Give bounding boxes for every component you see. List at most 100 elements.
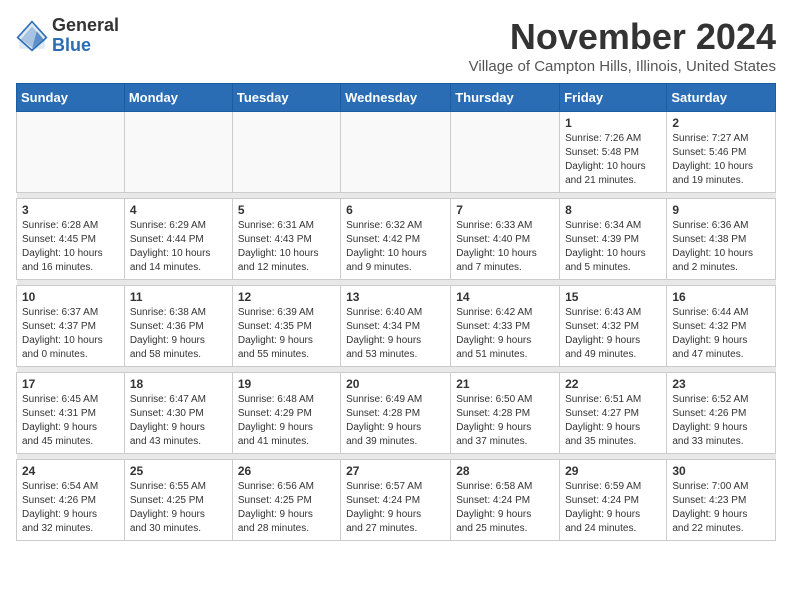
calendar-cell: 16 Sunrise: 6:44 AM Sunset: 4:32 PM Dayli… bbox=[667, 286, 776, 367]
day-number: 22 bbox=[565, 377, 661, 391]
calendar-cell: 9Sunrise: 6:36 AM Sunset: 4:38 PM Daylig… bbox=[667, 199, 776, 280]
day-number: 27 bbox=[346, 464, 445, 478]
day-number: 16 bbox=[672, 290, 770, 304]
weekday-header-thursday: Thursday bbox=[451, 84, 560, 112]
day-number: 14 bbox=[456, 290, 554, 304]
day-info: Sunrise: 6:50 AM Sunset: 4:28 PM Dayligh… bbox=[456, 393, 554, 449]
day-number: 1 bbox=[565, 116, 661, 130]
day-info: Sunrise: 6:31 AM Sunset: 4:43 PM Dayligh… bbox=[238, 219, 335, 275]
calendar-week-4: 17Sunrise: 6:45 AM Sunset: 4:31 PM Dayli… bbox=[17, 373, 776, 454]
calendar-cell: 28 Sunrise: 6:58 AM Sunset: 4:24 PM Dayli… bbox=[451, 460, 560, 541]
weekday-header-tuesday: Tuesday bbox=[232, 84, 340, 112]
calendar-cell bbox=[341, 112, 451, 193]
day-number: 23 bbox=[672, 377, 770, 391]
title-block: November 2024 Village of Campton Hills, … bbox=[469, 16, 776, 75]
calendar-cell: 24 Sunrise: 6:54 AM Sunset: 4:26 PM Dayli… bbox=[17, 460, 125, 541]
calendar-cell: 4 Sunrise: 6:29 AM Sunset: 4:44 PM Daylig… bbox=[124, 199, 232, 280]
day-info: Sunrise: 6:28 AM Sunset: 4:45 PM Dayligh… bbox=[22, 219, 119, 275]
calendar-cell: 12 Sunrise: 6:39 AM Sunset: 4:35 PM Dayli… bbox=[232, 286, 340, 367]
day-info: Sunrise: 6:39 AM Sunset: 4:35 PM Dayligh… bbox=[238, 306, 335, 362]
day-number: 15 bbox=[565, 290, 661, 304]
day-number: 3 bbox=[22, 203, 119, 217]
day-info: Sunrise: 6:43 AM Sunset: 4:32 PM Dayligh… bbox=[565, 306, 661, 362]
calendar-cell: 2 Sunrise: 7:27 AM Sunset: 5:46 PM Daylig… bbox=[667, 112, 776, 193]
day-info: Sunrise: 6:38 AM Sunset: 4:36 PM Dayligh… bbox=[130, 306, 227, 362]
calendar-cell: 19 Sunrise: 6:48 AM Sunset: 4:29 PM Dayli… bbox=[232, 373, 340, 454]
day-info: Sunrise: 6:44 AM Sunset: 4:32 PM Dayligh… bbox=[672, 306, 770, 362]
weekday-header-friday: Friday bbox=[560, 84, 667, 112]
day-info: Sunrise: 6:45 AM Sunset: 4:31 PM Dayligh… bbox=[22, 393, 119, 449]
day-number: 4 bbox=[130, 203, 227, 217]
logo-icon bbox=[16, 20, 48, 52]
day-number: 9 bbox=[672, 203, 770, 217]
calendar-cell: 23 Sunrise: 6:52 AM Sunset: 4:26 PM Dayli… bbox=[667, 373, 776, 454]
calendar-cell: 3 Sunrise: 6:28 AM Sunset: 4:45 PM Daylig… bbox=[17, 199, 125, 280]
calendar-cell: 1Sunrise: 7:26 AM Sunset: 5:48 PM Daylig… bbox=[560, 112, 667, 193]
day-number: 19 bbox=[238, 377, 335, 391]
day-number: 18 bbox=[130, 377, 227, 391]
page-header: General Blue November 2024 Village of Ca… bbox=[16, 16, 776, 75]
calendar-cell: 5Sunrise: 6:31 AM Sunset: 4:43 PM Daylig… bbox=[232, 199, 340, 280]
weekday-header-sunday: Sunday bbox=[17, 84, 125, 112]
day-number: 21 bbox=[456, 377, 554, 391]
day-info: Sunrise: 7:00 AM Sunset: 4:23 PM Dayligh… bbox=[672, 480, 770, 536]
day-number: 24 bbox=[22, 464, 119, 478]
day-info: Sunrise: 7:27 AM Sunset: 5:46 PM Dayligh… bbox=[672, 132, 770, 188]
calendar-cell: 11Sunrise: 6:38 AM Sunset: 4:36 PM Dayli… bbox=[124, 286, 232, 367]
day-number: 30 bbox=[672, 464, 770, 478]
day-number: 20 bbox=[346, 377, 445, 391]
logo-text: General Blue bbox=[52, 16, 119, 56]
weekday-header-monday: Monday bbox=[124, 84, 232, 112]
calendar-cell: 15 Sunrise: 6:43 AM Sunset: 4:32 PM Dayli… bbox=[560, 286, 667, 367]
day-number: 25 bbox=[130, 464, 227, 478]
day-number: 12 bbox=[238, 290, 335, 304]
calendar-cell bbox=[232, 112, 340, 193]
day-info: Sunrise: 6:48 AM Sunset: 4:29 PM Dayligh… bbox=[238, 393, 335, 449]
day-number: 2 bbox=[672, 116, 770, 130]
calendar-week-1: 1Sunrise: 7:26 AM Sunset: 5:48 PM Daylig… bbox=[17, 112, 776, 193]
day-info: Sunrise: 6:52 AM Sunset: 4:26 PM Dayligh… bbox=[672, 393, 770, 449]
day-info: Sunrise: 6:34 AM Sunset: 4:39 PM Dayligh… bbox=[565, 219, 661, 275]
calendar-cell: 17Sunrise: 6:45 AM Sunset: 4:31 PM Dayli… bbox=[17, 373, 125, 454]
weekday-header-wednesday: Wednesday bbox=[341, 84, 451, 112]
calendar-cell: 29 Sunrise: 6:59 AM Sunset: 4:24 PM Dayli… bbox=[560, 460, 667, 541]
day-info: Sunrise: 6:29 AM Sunset: 4:44 PM Dayligh… bbox=[130, 219, 227, 275]
month-title: November 2024 bbox=[469, 16, 776, 58]
day-info: Sunrise: 6:47 AM Sunset: 4:30 PM Dayligh… bbox=[130, 393, 227, 449]
day-info: Sunrise: 6:57 AM Sunset: 4:24 PM Dayligh… bbox=[346, 480, 445, 536]
day-number: 7 bbox=[456, 203, 554, 217]
calendar-cell: 8 Sunrise: 6:34 AM Sunset: 4:39 PM Daylig… bbox=[560, 199, 667, 280]
day-number: 8 bbox=[565, 203, 661, 217]
day-number: 28 bbox=[456, 464, 554, 478]
logo: General Blue bbox=[16, 16, 119, 56]
day-info: Sunrise: 6:58 AM Sunset: 4:24 PM Dayligh… bbox=[456, 480, 554, 536]
day-number: 6 bbox=[346, 203, 445, 217]
day-info: Sunrise: 6:49 AM Sunset: 4:28 PM Dayligh… bbox=[346, 393, 445, 449]
day-info: Sunrise: 6:33 AM Sunset: 4:40 PM Dayligh… bbox=[456, 219, 554, 275]
day-number: 26 bbox=[238, 464, 335, 478]
calendar-cell: 30 Sunrise: 7:00 AM Sunset: 4:23 PM Dayli… bbox=[667, 460, 776, 541]
calendar-cell bbox=[124, 112, 232, 193]
calendar-table: SundayMondayTuesdayWednesdayThursdayFrid… bbox=[16, 83, 776, 541]
calendar-cell: 22 Sunrise: 6:51 AM Sunset: 4:27 PM Dayli… bbox=[560, 373, 667, 454]
calendar-cell: 25 Sunrise: 6:55 AM Sunset: 4:25 PM Dayli… bbox=[124, 460, 232, 541]
calendar-cell bbox=[17, 112, 125, 193]
calendar-cell: 26Sunrise: 6:56 AM Sunset: 4:25 PM Dayli… bbox=[232, 460, 340, 541]
weekday-header-row: SundayMondayTuesdayWednesdayThursdayFrid… bbox=[17, 84, 776, 112]
weekday-header-saturday: Saturday bbox=[667, 84, 776, 112]
day-info: Sunrise: 6:37 AM Sunset: 4:37 PM Dayligh… bbox=[22, 306, 119, 362]
day-number: 29 bbox=[565, 464, 661, 478]
calendar-cell: 13 Sunrise: 6:40 AM Sunset: 4:34 PM Dayli… bbox=[341, 286, 451, 367]
day-info: Sunrise: 6:59 AM Sunset: 4:24 PM Dayligh… bbox=[565, 480, 661, 536]
day-info: Sunrise: 6:54 AM Sunset: 4:26 PM Dayligh… bbox=[22, 480, 119, 536]
day-number: 13 bbox=[346, 290, 445, 304]
day-info: Sunrise: 6:40 AM Sunset: 4:34 PM Dayligh… bbox=[346, 306, 445, 362]
day-info: Sunrise: 6:51 AM Sunset: 4:27 PM Dayligh… bbox=[565, 393, 661, 449]
calendar-cell: 6 Sunrise: 6:32 AM Sunset: 4:42 PM Daylig… bbox=[341, 199, 451, 280]
calendar-week-3: 10 Sunrise: 6:37 AM Sunset: 4:37 PM Dayli… bbox=[17, 286, 776, 367]
day-number: 10 bbox=[22, 290, 119, 304]
calendar-cell bbox=[451, 112, 560, 193]
day-info: Sunrise: 6:55 AM Sunset: 4:25 PM Dayligh… bbox=[130, 480, 227, 536]
day-info: Sunrise: 6:32 AM Sunset: 4:42 PM Dayligh… bbox=[346, 219, 445, 275]
calendar-week-2: 3 Sunrise: 6:28 AM Sunset: 4:45 PM Daylig… bbox=[17, 199, 776, 280]
